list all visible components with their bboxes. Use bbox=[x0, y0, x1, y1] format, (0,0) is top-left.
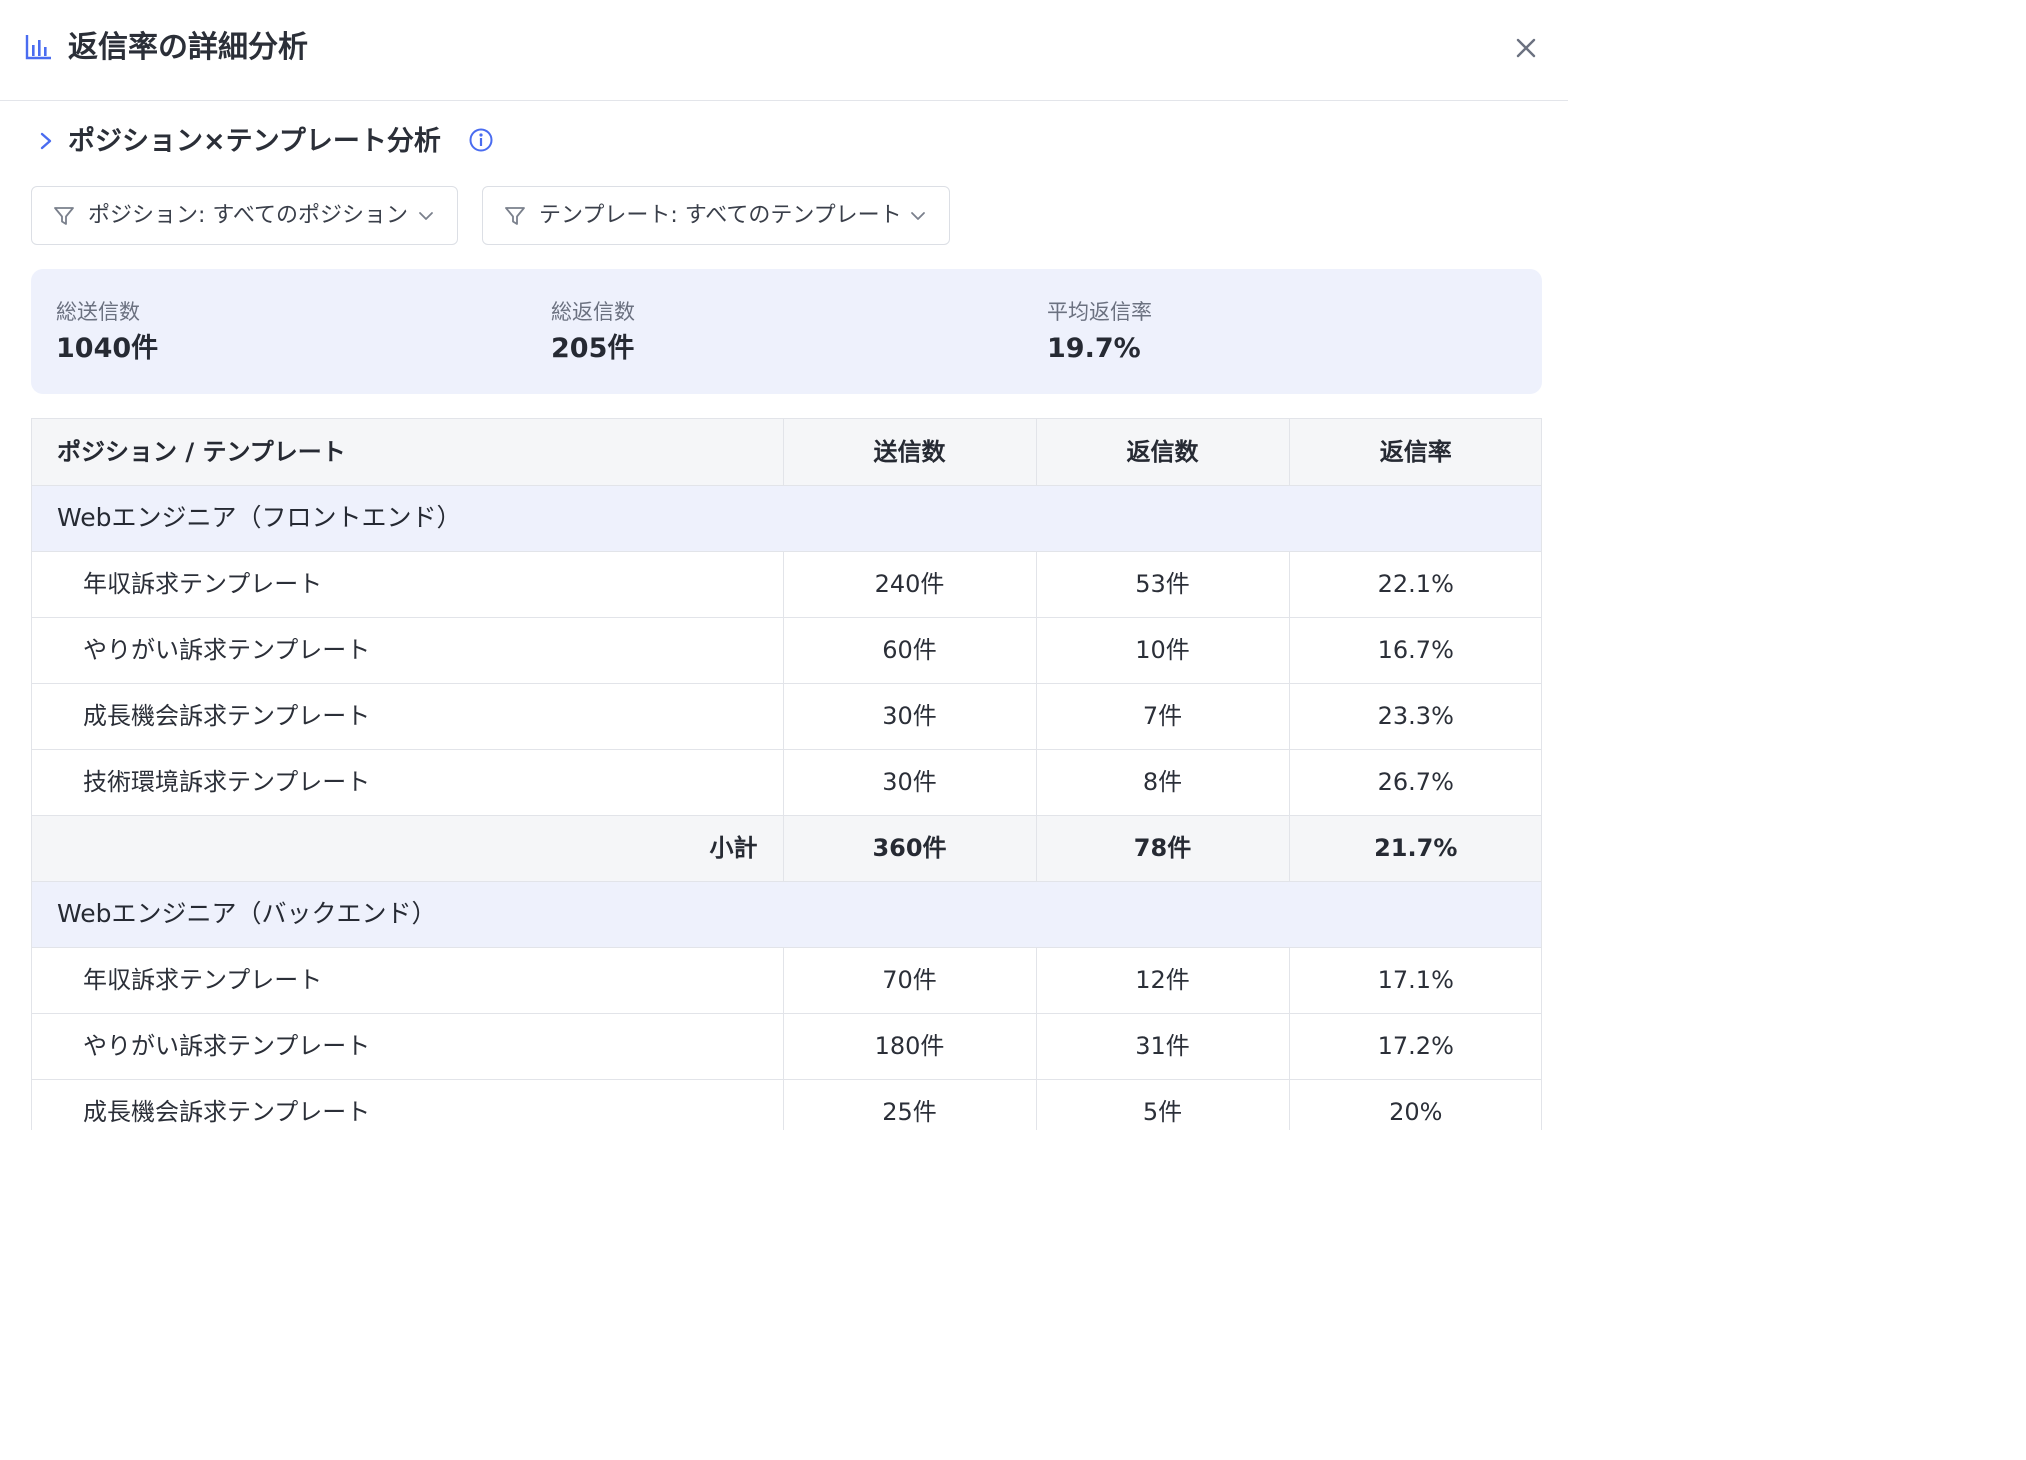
subtotal-rate: 21.7% bbox=[1288, 815, 1541, 882]
reply-rate: 22.1% bbox=[1288, 551, 1541, 618]
template-name: やりがい訴求テンプレート bbox=[32, 617, 783, 684]
sent-count: 240件 bbox=[782, 551, 1036, 618]
chevron-down-icon bbox=[419, 212, 433, 220]
table-row: 年収訴求テンプレート 70件 12件 17.1% bbox=[32, 947, 1541, 1014]
summary-panel: 総送信数 1040件 総返信数 205件 平均返信率 19.7% bbox=[31, 269, 1542, 394]
total-replies-value: 205件 bbox=[551, 333, 635, 364]
sent-count: 70件 bbox=[782, 947, 1036, 1014]
close-icon[interactable] bbox=[1508, 30, 1544, 66]
reply-count: 8件 bbox=[1035, 749, 1289, 816]
sent-count: 60件 bbox=[782, 617, 1036, 684]
table-row: 成長機会訴求テンプレート 25件 5件 20% bbox=[32, 1079, 1541, 1130]
total-sent-label: 総送信数 bbox=[56, 300, 140, 324]
total-sent-stat: 総送信数 1040件 bbox=[56, 297, 158, 369]
dialog-header: 返信率の詳細分析 bbox=[0, 0, 1568, 101]
dialog-title: 返信率の詳細分析 bbox=[68, 30, 308, 65]
reply-rate: 17.2% bbox=[1288, 1013, 1541, 1080]
reply-rate: 20% bbox=[1288, 1079, 1541, 1130]
sent-count: 180件 bbox=[782, 1013, 1036, 1080]
reply-count: 5件 bbox=[1035, 1079, 1289, 1130]
reply-rate: 23.3% bbox=[1288, 683, 1541, 750]
subtotal-row: 小計 360件 78件 21.7% bbox=[32, 815, 1541, 882]
analysis-table: ポジション / テンプレート 送信数 返信数 返信率 Webエンジニア（フロント… bbox=[32, 419, 1541, 1130]
template-name: やりがい訴求テンプレート bbox=[32, 1013, 783, 1080]
reply-count: 12件 bbox=[1035, 947, 1289, 1014]
reply-count: 31件 bbox=[1035, 1013, 1289, 1080]
sent-count: 30件 bbox=[782, 749, 1036, 816]
analysis-table-container[interactable]: ポジション / テンプレート 送信数 返信数 返信率 Webエンジニア（フロント… bbox=[31, 418, 1542, 1130]
position-filter-label: ポジション: すべてのポジション bbox=[88, 203, 408, 228]
group-name: Webエンジニア（フロントエンド） bbox=[32, 485, 1541, 552]
chevron-down-icon bbox=[911, 212, 925, 220]
reply-count: 7件 bbox=[1035, 683, 1289, 750]
reply-count: 53件 bbox=[1035, 551, 1289, 618]
filter-icon bbox=[505, 207, 525, 225]
table-row: 技術環境訴求テンプレート 30件 8件 26.7% bbox=[32, 749, 1541, 816]
filter-icon bbox=[54, 207, 74, 225]
total-replies-label: 総返信数 bbox=[551, 300, 635, 324]
reply-rate: 16.7% bbox=[1288, 617, 1541, 684]
avg-rate-value: 19.7% bbox=[1047, 333, 1141, 364]
template-name: 成長機会訴求テンプレート bbox=[32, 1079, 783, 1130]
table-header-row: ポジション / テンプレート 送信数 返信数 返信率 bbox=[32, 419, 1541, 486]
info-icon[interactable] bbox=[468, 127, 494, 153]
sent-count: 30件 bbox=[782, 683, 1036, 750]
table-row: 成長機会訴求テンプレート 30件 7件 23.3% bbox=[32, 683, 1541, 750]
column-header-replies[interactable]: 返信数 bbox=[1035, 419, 1289, 486]
reply-rate: 17.1% bbox=[1288, 947, 1541, 1014]
subtotal-label: 小計 bbox=[32, 815, 783, 882]
subtotal-sent: 360件 bbox=[782, 815, 1036, 882]
template-name: 成長機会訴求テンプレート bbox=[32, 683, 783, 750]
avg-rate-label: 平均返信率 bbox=[1047, 300, 1152, 324]
group-row: Webエンジニア（バックエンド） bbox=[32, 881, 1541, 948]
group-row: Webエンジニア（フロントエンド） bbox=[32, 485, 1541, 552]
subtotal-replies: 78件 bbox=[1035, 815, 1289, 882]
total-replies-stat: 総返信数 205件 bbox=[551, 297, 635, 369]
sent-count: 25件 bbox=[782, 1079, 1036, 1130]
template-name: 技術環境訴求テンプレート bbox=[32, 749, 783, 816]
column-header-sent[interactable]: 送信数 bbox=[782, 419, 1036, 486]
chevron-right-icon[interactable] bbox=[36, 130, 56, 152]
column-header-rate[interactable]: 返信率 bbox=[1288, 419, 1541, 486]
template-name: 年収訴求テンプレート bbox=[32, 551, 783, 618]
template-filter-label: テンプレート: すべてのテンプレート bbox=[539, 203, 902, 228]
column-header-name[interactable]: ポジション / テンプレート bbox=[32, 419, 783, 486]
template-name: 年収訴求テンプレート bbox=[32, 947, 783, 1014]
avg-rate-stat: 平均返信率 19.7% bbox=[1047, 297, 1152, 369]
table-row: やりがい訴求テンプレート 180件 31件 17.2% bbox=[32, 1013, 1541, 1080]
reply-rate: 26.7% bbox=[1288, 749, 1541, 816]
template-filter-dropdown[interactable]: テンプレート: すべてのテンプレート bbox=[482, 186, 950, 245]
table-row: やりがい訴求テンプレート 60件 10件 16.7% bbox=[32, 617, 1541, 684]
group-name: Webエンジニア（バックエンド） bbox=[32, 881, 1541, 948]
section-title: ポジション×テンプレート分析 bbox=[68, 126, 441, 157]
reply-count: 10件 bbox=[1035, 617, 1289, 684]
position-filter-dropdown[interactable]: ポジション: すべてのポジション bbox=[31, 186, 458, 245]
bar-chart-icon bbox=[25, 35, 51, 60]
table-row: 年収訴求テンプレート 240件 53件 22.1% bbox=[32, 551, 1541, 618]
total-sent-value: 1040件 bbox=[56, 333, 159, 364]
